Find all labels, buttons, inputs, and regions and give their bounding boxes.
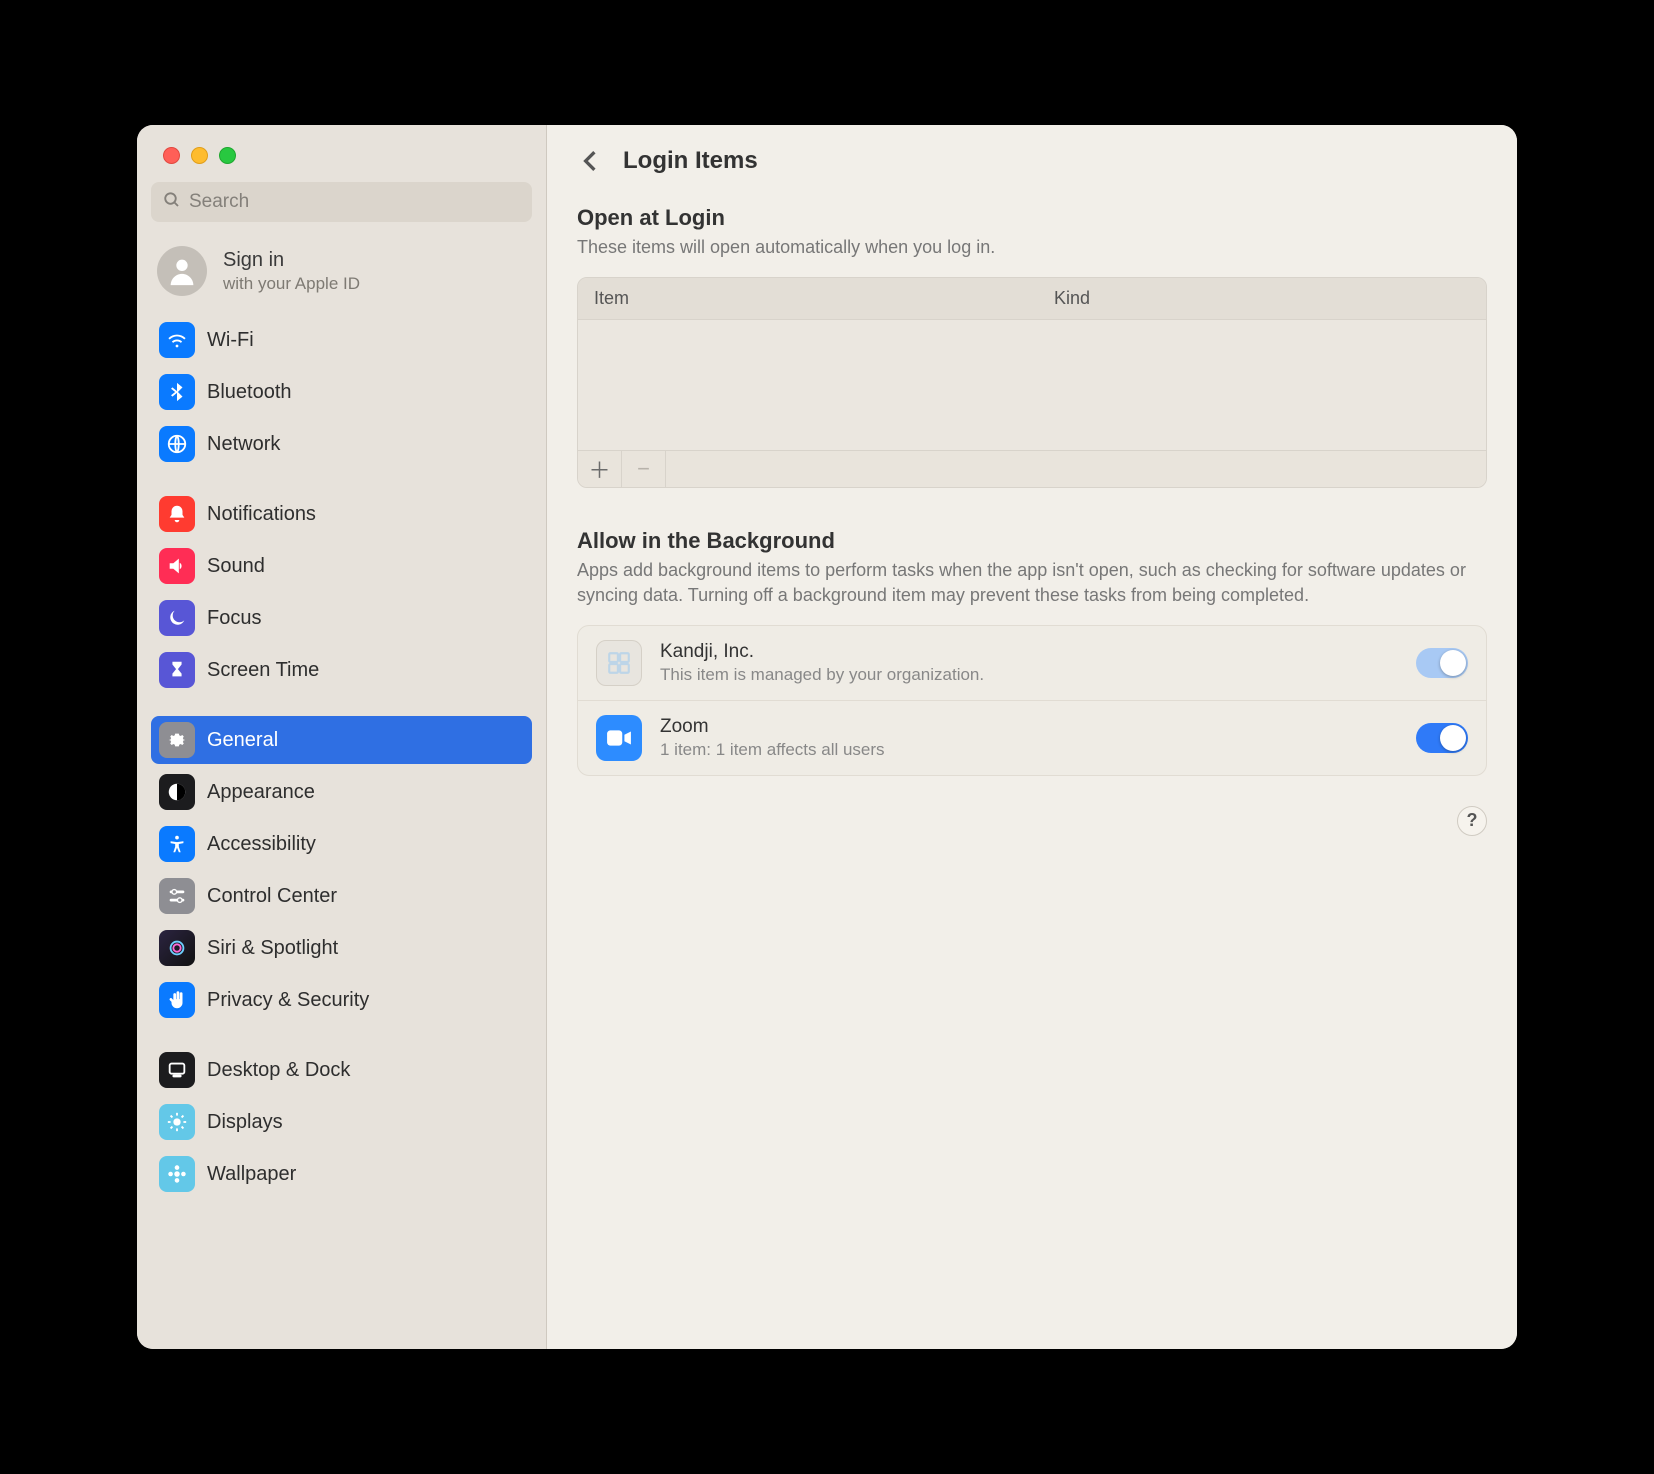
open-at-login-title: Open at Login [577, 205, 1487, 231]
sidebar-item-screen-time[interactable]: Screen Time [151, 646, 532, 694]
search-input[interactable] [189, 191, 520, 213]
column-header-kind[interactable]: Kind [1038, 278, 1486, 319]
login-items-table: Item Kind ＋ − [577, 277, 1487, 488]
sidebar-item-label: Notifications [207, 503, 316, 526]
moon-icon [159, 600, 195, 636]
background-item-name: Kandji, Inc. [660, 641, 1398, 663]
background-section: Allow in the Background Apps add backgro… [577, 528, 1487, 836]
help-button[interactable]: ? [1457, 806, 1487, 836]
sidebar-item-bluetooth[interactable]: Bluetooth [151, 368, 532, 416]
background-items-list: Kandji, Inc. This item is managed by you… [577, 625, 1487, 776]
open-at-login-desc: These items will open automatically when… [577, 235, 1487, 259]
sliders-icon [159, 878, 195, 914]
search-icon [163, 191, 181, 214]
sidebar-item-wallpaper[interactable]: Wallpaper [151, 1150, 532, 1198]
fullscreen-window-button[interactable] [219, 147, 236, 164]
open-at-login-section: Open at Login These items will open auto… [577, 205, 1487, 488]
sidebar-item-label: Appearance [207, 781, 315, 804]
back-button[interactable] [577, 148, 603, 174]
sidebar-item-wifi[interactable]: Wi-Fi [151, 316, 532, 364]
sidebar-item-label: Network [207, 433, 280, 456]
hand-icon [159, 982, 195, 1018]
hourglass-icon [159, 652, 195, 688]
minimize-window-button[interactable] [191, 147, 208, 164]
background-item-subtitle: 1 item: 1 item affects all users [660, 740, 1398, 760]
kandji-toggle [1416, 648, 1468, 678]
sidebar-item-privacy-security[interactable]: Privacy & Security [151, 976, 532, 1024]
brightness-icon [159, 1104, 195, 1140]
plus-icon: ＋ [588, 453, 610, 485]
window-controls [137, 125, 546, 164]
sidebar-item-network[interactable]: Network [151, 420, 532, 468]
bluetooth-icon [159, 374, 195, 410]
sidebar-item-label: Sound [207, 555, 265, 578]
sidebar-item-label: Desktop & Dock [207, 1059, 350, 1082]
kandji-app-icon [596, 640, 642, 686]
main-content: Login Items Open at Login These items wi… [547, 125, 1517, 1349]
contrast-icon [159, 774, 195, 810]
bell-icon [159, 496, 195, 532]
sidebar-item-general[interactable]: General [151, 716, 532, 764]
header: Login Items [547, 125, 1517, 195]
gear-icon [159, 722, 195, 758]
sidebar-item-accessibility[interactable]: Accessibility [151, 820, 532, 868]
sidebar-item-sound[interactable]: Sound [151, 542, 532, 590]
sidebar-item-label: General [207, 729, 278, 752]
sidebar: Sign in with your Apple ID Wi-Fi Bluetoo… [137, 125, 547, 1349]
sidebar-item-displays[interactable]: Displays [151, 1098, 532, 1146]
dock-icon [159, 1052, 195, 1088]
wifi-icon [159, 322, 195, 358]
sign-in-text: Sign in with your Apple ID [223, 249, 360, 294]
add-login-item-button[interactable]: ＋ [578, 451, 622, 487]
background-title: Allow in the Background [577, 528, 1487, 554]
sidebar-item-label: Displays [207, 1111, 283, 1134]
globe-icon [159, 426, 195, 462]
sidebar-item-label: Screen Time [207, 659, 319, 682]
zoom-toggle[interactable] [1416, 723, 1468, 753]
flower-icon [159, 1156, 195, 1192]
sidebar-item-label: Accessibility [207, 833, 316, 856]
sidebar-item-label: Siri & Spotlight [207, 937, 338, 960]
sidebar-item-desktop-dock[interactable]: Desktop & Dock [151, 1046, 532, 1094]
accessibility-icon [159, 826, 195, 862]
zoom-app-icon [596, 715, 642, 761]
minus-icon: − [637, 456, 650, 482]
sidebar-item-control-center[interactable]: Control Center [151, 872, 532, 920]
close-window-button[interactable] [163, 147, 180, 164]
sidebar-item-siri-spotlight[interactable]: Siri & Spotlight [151, 924, 532, 972]
sign-in-title: Sign in [223, 249, 360, 272]
page-title: Login Items [623, 147, 758, 175]
system-settings-window: Sign in with your Apple ID Wi-Fi Bluetoo… [137, 125, 1517, 1349]
sidebar-item-label: Wallpaper [207, 1163, 296, 1186]
sidebar-item-label: Wi-Fi [207, 329, 254, 352]
sidebar-item-label: Bluetooth [207, 381, 292, 404]
sidebar-item-appearance[interactable]: Appearance [151, 768, 532, 816]
table-header: Item Kind [578, 278, 1486, 320]
background-item-kandji: Kandji, Inc. This item is managed by you… [578, 626, 1486, 700]
remove-login-item-button: − [622, 451, 666, 487]
sidebar-item-focus[interactable]: Focus [151, 594, 532, 642]
column-header-item[interactable]: Item [578, 278, 1038, 319]
sign-in-row[interactable]: Sign in with your Apple ID [137, 230, 546, 316]
background-desc: Apps add background items to perform tas… [577, 558, 1487, 607]
sidebar-item-notifications[interactable]: Notifications [151, 490, 532, 538]
speaker-icon [159, 548, 195, 584]
sidebar-item-label: Privacy & Security [207, 989, 369, 1012]
sidebar-nav: Wi-Fi Bluetooth Network Notifications [137, 316, 546, 1349]
avatar [157, 246, 207, 296]
siri-icon [159, 930, 195, 966]
background-item-name: Zoom [660, 716, 1398, 738]
sign-in-subtitle: with your Apple ID [223, 274, 360, 294]
sidebar-item-label: Focus [207, 607, 261, 630]
table-footer: ＋ − [578, 450, 1486, 487]
help-icon: ? [1467, 810, 1478, 831]
sidebar-item-label: Control Center [207, 885, 337, 908]
table-body-empty [578, 320, 1486, 450]
search-field[interactable] [151, 182, 532, 222]
background-item-subtitle: This item is managed by your organizatio… [660, 665, 1398, 685]
background-item-zoom: Zoom 1 item: 1 item affects all users [578, 700, 1486, 775]
